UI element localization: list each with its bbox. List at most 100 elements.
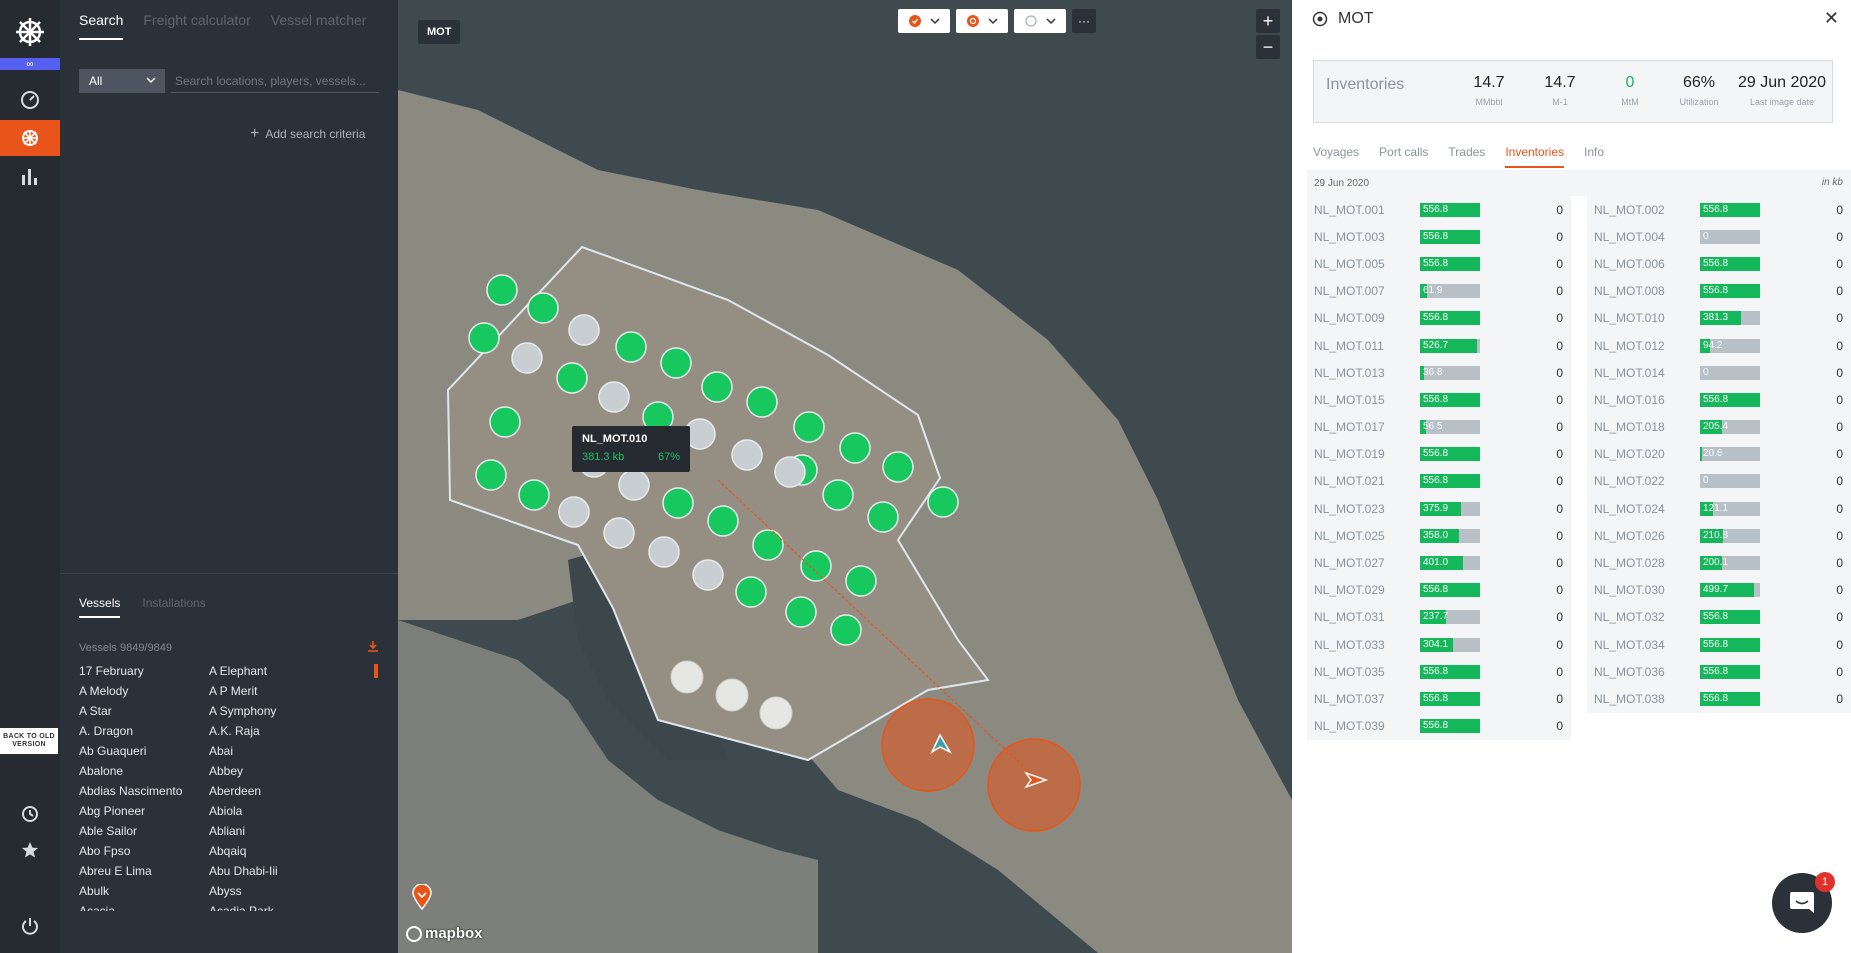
vessel-name[interactable]: A Star	[79, 704, 209, 718]
vessel-name[interactable]: A.K. Raja	[209, 724, 339, 738]
vessel-name[interactable]: 17 February	[79, 664, 209, 678]
inventory-row[interactable]: NL_MOT.019 556.8 0	[1307, 441, 1571, 468]
vessel-name[interactable]: Aberdeen	[209, 784, 339, 798]
tab-freight-calculator[interactable]: Freight calculator	[143, 12, 250, 40]
tab-inventories[interactable]: Inventories	[1505, 145, 1565, 168]
history-icon[interactable]	[0, 800, 60, 828]
inventory-row[interactable]: NL_MOT.004 0 0	[1587, 223, 1851, 250]
inventory-row[interactable]: NL_MOT.002 556.8 0	[1587, 196, 1851, 223]
inventory-row[interactable]: NL_MOT.006 556.8 0	[1587, 250, 1851, 277]
tab-port-calls[interactable]: Port calls	[1379, 145, 1428, 168]
vessel-name[interactable]: Abdias Nascimento	[79, 784, 209, 798]
inventory-row[interactable]: NL_MOT.012 94.2 0	[1587, 332, 1851, 359]
inventory-row[interactable]: NL_MOT.011 526.7 0	[1307, 332, 1571, 359]
vessel-name[interactable]: Abbey	[209, 764, 339, 778]
tab-installations[interactable]: Installations	[142, 596, 205, 618]
inventory-row[interactable]: NL_MOT.037 556.8 0	[1307, 685, 1571, 712]
dashboard-icon[interactable]	[0, 82, 60, 116]
zoom-in-button[interactable]: +	[1256, 9, 1280, 33]
vessel-name[interactable]: Abiola	[209, 804, 339, 818]
tab-info[interactable]: Info	[1584, 145, 1604, 168]
helm-icon[interactable]	[0, 120, 60, 156]
inventory-row[interactable]: NL_MOT.023 375.9 0	[1307, 495, 1571, 522]
vessel-name[interactable]: Acadia Park	[209, 904, 339, 911]
inventory-row[interactable]: NL_MOT.003 556.8 0	[1307, 223, 1571, 250]
vessel-name[interactable]: A Elephant	[209, 664, 339, 678]
layer-toggle-areas[interactable]	[1014, 9, 1066, 33]
plus-icon: +	[250, 125, 260, 142]
inventory-row[interactable]: NL_MOT.007 61.9 0	[1307, 278, 1571, 305]
vessel-name[interactable]: Abqaiq	[209, 844, 339, 858]
back-to-old-version-button[interactable]: BACK TO OLD VERSION	[0, 728, 58, 754]
vessel-name[interactable]: Abalone	[79, 764, 209, 778]
inventory-row[interactable]: NL_MOT.024 121.1 0	[1587, 495, 1851, 522]
vessel-name[interactable]: Abai	[209, 744, 339, 758]
add-search-criteria-button[interactable]: + Add search criteria	[250, 125, 365, 142]
vessel-name[interactable]: Able Sailor	[79, 824, 209, 838]
search-input[interactable]	[171, 69, 379, 93]
inventory-row[interactable]: NL_MOT.035 556.8 0	[1307, 658, 1571, 685]
vessel-name[interactable]: Abu Dhabi-Iii	[209, 864, 339, 878]
inventory-row[interactable]: NL_MOT.030 499.7 0	[1587, 577, 1851, 604]
inventory-row[interactable]: NL_MOT.026 210.8 0	[1587, 522, 1851, 549]
vessel-list-scrollbar[interactable]	[374, 664, 378, 678]
inventory-row[interactable]: NL_MOT.033 304.1 0	[1307, 631, 1571, 658]
star-icon[interactable]	[0, 836, 60, 864]
inventories-summary: Inventories 14.7 MMbbl 14.7 M-1 0 MtM 66…	[1313, 60, 1833, 123]
installation-label[interactable]: MOT	[418, 20, 461, 44]
inventory-row[interactable]: NL_MOT.020 20.6 0	[1587, 441, 1851, 468]
inventory-row[interactable]: NL_MOT.028 200.1 0	[1587, 549, 1851, 576]
tab-voyages[interactable]: Voyages	[1313, 145, 1359, 168]
tab-trades[interactable]: Trades	[1448, 145, 1485, 168]
inventory-row[interactable]: NL_MOT.031 237.7 0	[1307, 604, 1571, 631]
bar-chart-icon[interactable]	[0, 160, 60, 194]
inventory-row[interactable]: NL_MOT.027 401.0 0	[1307, 549, 1571, 576]
vessel-name[interactable]: Ab Guaqueri	[79, 744, 209, 758]
vessel-name[interactable]: A Symphony	[209, 704, 339, 718]
inventory-row[interactable]: NL_MOT.034 556.8 0	[1587, 631, 1851, 658]
vessel-name[interactable]: Abreu E Lima	[79, 864, 209, 878]
inventory-row[interactable]: NL_MOT.008 556.8 0	[1587, 278, 1851, 305]
vessel-name[interactable]: Acacia	[79, 904, 209, 911]
vessel-name[interactable]: Abo Fpso	[79, 844, 209, 858]
inventory-row[interactable]: NL_MOT.015 556.8 0	[1307, 386, 1571, 413]
inventory-row[interactable]: NL_MOT.039 556.8 0	[1307, 713, 1571, 740]
more-options-button[interactable]: ···	[1072, 9, 1096, 33]
inventory-row[interactable]: NL_MOT.038 556.8 0	[1587, 685, 1851, 712]
scope-select[interactable]: All	[79, 69, 165, 93]
vessel-name[interactable]: Abulk	[79, 884, 209, 898]
vessel-name[interactable]: Abliani	[209, 824, 339, 838]
layer-toggle-installations[interactable]	[956, 9, 1008, 33]
location-pin-icon[interactable]	[412, 884, 432, 910]
inventory-row[interactable]: NL_MOT.005 556.8 0	[1307, 250, 1571, 277]
inventory-row[interactable]: NL_MOT.022 0 0	[1587, 468, 1851, 495]
vessel-name[interactable]: A P Merit	[209, 684, 339, 698]
inventory-row[interactable]: NL_MOT.025 358.0 0	[1307, 522, 1571, 549]
download-icon[interactable]	[367, 640, 379, 652]
zoom-out-button[interactable]: −	[1256, 35, 1280, 59]
inventory-row[interactable]: NL_MOT.009 556.8 0	[1307, 305, 1571, 332]
vessel-name[interactable]: Abyss	[209, 884, 339, 898]
inventory-row[interactable]: NL_MOT.013 36.8 0	[1307, 359, 1571, 386]
inventory-row[interactable]: NL_MOT.010 381.3 0	[1587, 305, 1851, 332]
inventory-row[interactable]: NL_MOT.032 556.8 0	[1587, 604, 1851, 631]
inventory-row[interactable]: NL_MOT.016 556.8 0	[1587, 386, 1851, 413]
vessel-name[interactable]: A Melody	[79, 684, 209, 698]
inventory-row[interactable]: NL_MOT.036 556.8 0	[1587, 658, 1851, 685]
close-icon[interactable]: ✕	[1824, 8, 1839, 29]
tab-vessels[interactable]: Vessels	[79, 596, 121, 618]
tab-search[interactable]: Search	[79, 12, 124, 40]
map-view[interactable]: MOT ··· + − NL_MOT.010 381.3 kb 67% mapb…	[398, 0, 1292, 953]
vessel-name[interactable]: A. Dragon	[79, 724, 209, 738]
vessel-name[interactable]: Abg Pioneer	[79, 804, 209, 818]
wheel-logo-icon[interactable]	[0, 12, 60, 52]
inventory-row[interactable]: NL_MOT.001 556.8 0	[1307, 196, 1571, 223]
power-icon[interactable]	[0, 912, 60, 940]
inventory-row[interactable]: NL_MOT.017 56.5 0	[1307, 414, 1571, 441]
inventory-row[interactable]: NL_MOT.014 0 0	[1587, 359, 1851, 386]
inventory-row[interactable]: NL_MOT.029 556.8 0	[1307, 577, 1571, 604]
inventory-row[interactable]: NL_MOT.021 556.8 0	[1307, 468, 1571, 495]
inventory-row[interactable]: NL_MOT.018 205.4 0	[1587, 414, 1851, 441]
layer-toggle-vessels[interactable]	[898, 9, 950, 33]
tab-vessel-matcher[interactable]: Vessel matcher	[271, 12, 367, 40]
